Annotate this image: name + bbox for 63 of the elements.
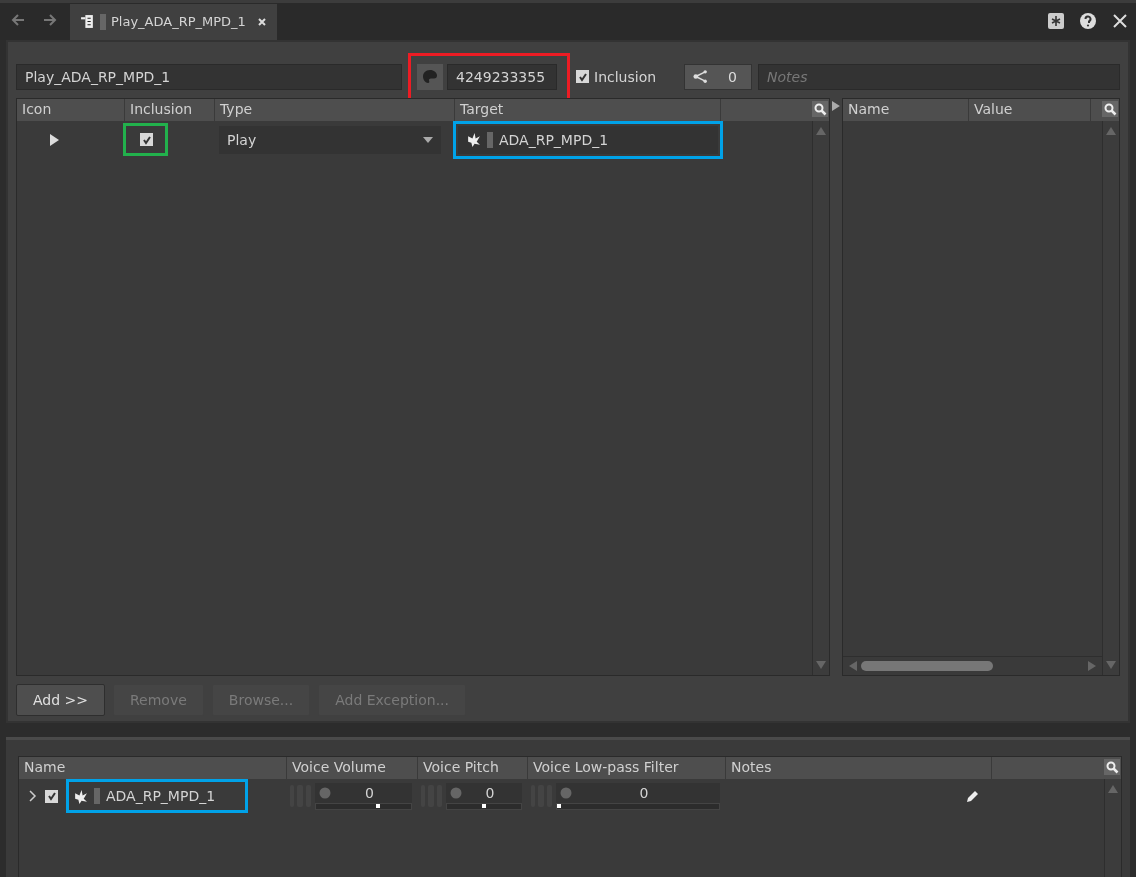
scroll-up-icon[interactable] (816, 126, 827, 135)
inclusion-label: Inclusion (594, 68, 657, 85)
modifier-icon (450, 786, 462, 799)
scroll-down-icon[interactable] (1106, 660, 1116, 669)
scroll-down-icon[interactable] (816, 660, 827, 669)
sound-object-icon (466, 132, 481, 148)
type-dropdown[interactable]: Play (219, 125, 441, 154)
column-header[interactable]: Target (455, 98, 721, 121)
scroll-up-icon[interactable] (1108, 785, 1118, 793)
reference-count: 0 (728, 68, 737, 85)
target-name: ADA_RP_MPD_1 (499, 131, 609, 148)
references-button[interactable]: 0 (684, 63, 752, 90)
object-name: ADA_RP_MPD_1 (106, 788, 216, 804)
scrollbar[interactable] (1102, 120, 1119, 675)
scroll-right-icon[interactable] (1088, 660, 1096, 671)
scroll-up-icon[interactable] (1106, 126, 1116, 135)
search-icon[interactable] (1104, 759, 1120, 775)
expand-chevron-icon[interactable] (29, 790, 37, 802)
column-header[interactable]: Voice Pitch (418, 757, 528, 779)
play-icon (49, 133, 59, 146)
action-button[interactable]: Add >> (16, 683, 105, 716)
slider-thumb[interactable] (557, 803, 561, 808)
event-icon (80, 14, 95, 30)
slider-thumb[interactable] (482, 803, 486, 808)
share-icon (693, 69, 708, 85)
column-header[interactable]: Name (19, 757, 287, 779)
checkbox[interactable] (45, 789, 58, 803)
slider-thumb[interactable] (376, 803, 381, 808)
scroll-left-icon[interactable] (849, 660, 857, 671)
close-icon[interactable] (256, 16, 267, 27)
checkbox[interactable] (576, 70, 589, 84)
column-header[interactable]: Voice Low-pass Filter (528, 757, 726, 779)
id-field[interactable]: 4249233355 (447, 63, 557, 90)
tag-bar (94, 788, 100, 804)
tag-bar (100, 13, 106, 30)
forward-arrow-icon[interactable] (42, 11, 58, 28)
column-header[interactable]: Notes (726, 757, 992, 779)
column-header[interactable]: Icon (17, 98, 125, 121)
tag-bar (487, 131, 493, 148)
column-header[interactable]: Name (843, 98, 969, 121)
scrollbar[interactable] (1104, 779, 1121, 877)
inclusion-checkbox[interactable]: Inclusion (576, 68, 678, 85)
sound-object-icon (73, 788, 88, 804)
pencil-icon[interactable] (966, 789, 980, 803)
scroll-thumb[interactable] (861, 660, 993, 671)
editor-tab[interactable]: Play_ADA_RP_MPD_1 (70, 3, 277, 40)
column-header[interactable]: Type (215, 98, 455, 121)
notes-field[interactable]: Notes (758, 63, 1120, 90)
back-arrow-icon[interactable] (10, 11, 26, 28)
column-header[interactable]: Value (969, 98, 1091, 121)
name-field[interactable]: Play_ADA_RP_MPD_1 (16, 63, 402, 90)
target-field[interactable]: ADA_RP_MPD_1 (458, 125, 718, 154)
column-header[interactable]: Inclusion (125, 98, 215, 121)
expand-arrow-icon[interactable] (832, 100, 840, 111)
modifier-icon (319, 786, 331, 799)
close-icon[interactable] (1111, 11, 1129, 30)
modifier-icon (560, 786, 572, 799)
checkbox[interactable] (140, 133, 153, 147)
help-icon[interactable] (1079, 11, 1097, 30)
caret-icon (423, 136, 433, 143)
palette-icon[interactable] (417, 63, 443, 90)
column-header[interactable]: Voice Volume (287, 757, 418, 779)
tab-title: Play_ADA_RP_MPD_1 (111, 14, 246, 30)
